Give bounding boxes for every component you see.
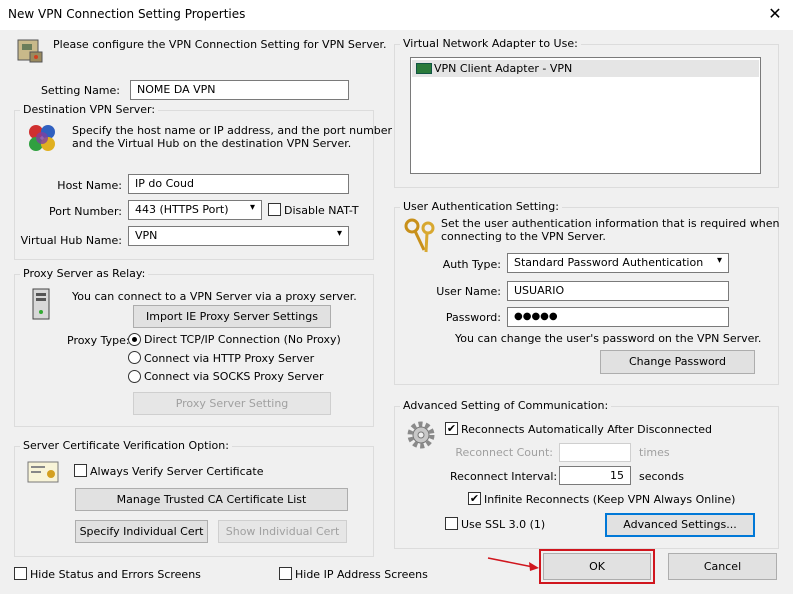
hub-name-value: VPN xyxy=(135,229,158,242)
port-number-select[interactable]: 443 (HTTPS Port) ▾ xyxy=(128,200,262,220)
advanced-group-title: Advanced Setting of Communication: xyxy=(400,399,612,412)
chevron-down-icon: ▾ xyxy=(336,228,342,239)
cancel-button[interactable]: Cancel xyxy=(668,553,777,580)
server-globe-icon xyxy=(26,122,58,154)
vpn-computer-icon xyxy=(14,34,46,66)
user-name-label: User Name: xyxy=(436,285,501,298)
chevron-down-icon: ▾ xyxy=(716,255,722,266)
port-number-label: Port Number: xyxy=(48,205,122,218)
advanced-settings-button[interactable]: Advanced Settings... xyxy=(605,513,755,537)
password-label: Password: xyxy=(445,311,501,324)
destination-desc-line1: Specify the host name or IP address, and… xyxy=(72,124,393,137)
infinite-reconnects-checkbox[interactable]: ✔ xyxy=(468,492,481,505)
disable-nat-checkbox[interactable] xyxy=(268,203,281,216)
auth-type-select[interactable]: Standard Password Authentication ▾ xyxy=(507,253,729,273)
hide-ip-checkbox[interactable] xyxy=(279,567,292,580)
hide-status-checkbox[interactable] xyxy=(14,567,27,580)
auth-desc-line2: connecting to the VPN Server. xyxy=(441,230,606,243)
show-individual-cert-button[interactable]: Show Individual Cert xyxy=(218,520,347,543)
proxy-http-radio[interactable] xyxy=(128,351,141,364)
proxy-server-setting-button[interactable]: Proxy Server Setting xyxy=(133,392,331,415)
host-name-label: Host Name: xyxy=(57,179,122,192)
auth-type-label: Auth Type: xyxy=(442,258,501,271)
proxy-server-icon xyxy=(30,288,54,320)
adapter-list-item-label: VPN Client Adapter - VPN xyxy=(434,62,573,75)
import-ie-proxy-button[interactable]: Import IE Proxy Server Settings xyxy=(133,305,331,328)
auth-desc-line1: Set the user authentication information … xyxy=(441,217,780,230)
ok-button[interactable]: OK xyxy=(543,553,651,580)
proxy-http-label: Connect via HTTP Proxy Server xyxy=(144,352,315,365)
destination-group-title: Destination VPN Server: xyxy=(20,103,159,116)
always-verify-checkbox[interactable] xyxy=(74,464,87,477)
setting-name-input[interactable]: NOME DA VPN xyxy=(130,80,349,100)
disable-nat-label: Disable NAT-T xyxy=(284,204,359,217)
adapter-group-title: Virtual Network Adapter to Use: xyxy=(400,37,581,50)
change-password-button[interactable]: Change Password xyxy=(600,350,755,374)
reconnect-interval-unit: seconds xyxy=(639,470,684,483)
keys-icon xyxy=(402,216,438,256)
proxy-direct-radio[interactable] xyxy=(128,333,141,346)
proxy-socks-label: Connect via SOCKS Proxy Server xyxy=(144,370,324,383)
cert-group-title: Server Certificate Verification Option: xyxy=(20,439,232,452)
reconnect-label: Reconnects Automatically After Disconnec… xyxy=(461,423,713,436)
port-number-value: 443 (HTTPS Port) xyxy=(135,203,229,216)
network-adapter-icon xyxy=(416,63,432,74)
host-name-input[interactable]: IP do Coud xyxy=(128,174,349,194)
reconnect-count-label: Reconnect Count: xyxy=(455,446,553,459)
use-ssl3-checkbox[interactable] xyxy=(445,517,458,530)
destination-desc-line2: and the Virtual Hub on the destination V… xyxy=(72,137,352,150)
certificate-icon xyxy=(27,461,59,483)
proxy-type-label: Proxy Type: xyxy=(67,334,130,347)
reconnect-count-unit: times xyxy=(639,446,670,459)
close-icon[interactable]: ✕ xyxy=(764,3,786,25)
reconnect-interval-input[interactable]: 15 xyxy=(559,466,631,485)
intro-text: Please configure the VPN Connection Sett… xyxy=(53,38,387,51)
window-title: New VPN Connection Setting Properties xyxy=(8,7,246,21)
reconnect-count-input[interactable] xyxy=(559,443,631,462)
chevron-down-icon: ▾ xyxy=(249,202,255,213)
user-name-input[interactable]: USUARIO xyxy=(507,281,729,301)
annotation-arrow xyxy=(487,557,539,571)
hide-ip-label: Hide IP Address Screens xyxy=(295,568,428,581)
auth-group-title: User Authentication Setting: xyxy=(400,200,562,213)
gear-icon xyxy=(405,419,437,451)
use-ssl3-label: Use SSL 3.0 (1) xyxy=(461,518,546,531)
proxy-group-title: Proxy Server as Relay: xyxy=(20,267,149,280)
always-verify-label: Always Verify Server Certificate xyxy=(90,465,264,478)
setting-name-label: Setting Name: xyxy=(40,84,120,97)
hide-status-label: Hide Status and Errors Screens xyxy=(30,568,201,581)
adapter-list-item[interactable]: VPN Client Adapter - VPN xyxy=(412,60,759,77)
specify-individual-cert-button[interactable]: Specify Individual Cert xyxy=(75,520,208,543)
proxy-socks-radio[interactable] xyxy=(128,370,141,383)
auth-type-value: Standard Password Authentication xyxy=(514,256,704,269)
reconnect-checkbox[interactable]: ✔ xyxy=(445,422,458,435)
hub-name-select[interactable]: VPN ▾ xyxy=(128,226,349,246)
proxy-desc: You can connect to a VPN Server via a pr… xyxy=(72,290,357,303)
reconnect-interval-label: Reconnect Interval: xyxy=(450,470,558,483)
change-password-desc: You can change the user's password on th… xyxy=(455,332,762,345)
proxy-direct-label: Direct TCP/IP Connection (No Proxy) xyxy=(144,333,341,346)
hub-name-label: Virtual Hub Name: xyxy=(20,234,122,247)
manage-trusted-ca-button[interactable]: Manage Trusted CA Certificate List xyxy=(75,488,348,511)
password-input[interactable]: ●●●●● xyxy=(507,307,729,327)
infinite-reconnects-label: Infinite Reconnects (Keep VPN Always Onl… xyxy=(484,493,736,506)
